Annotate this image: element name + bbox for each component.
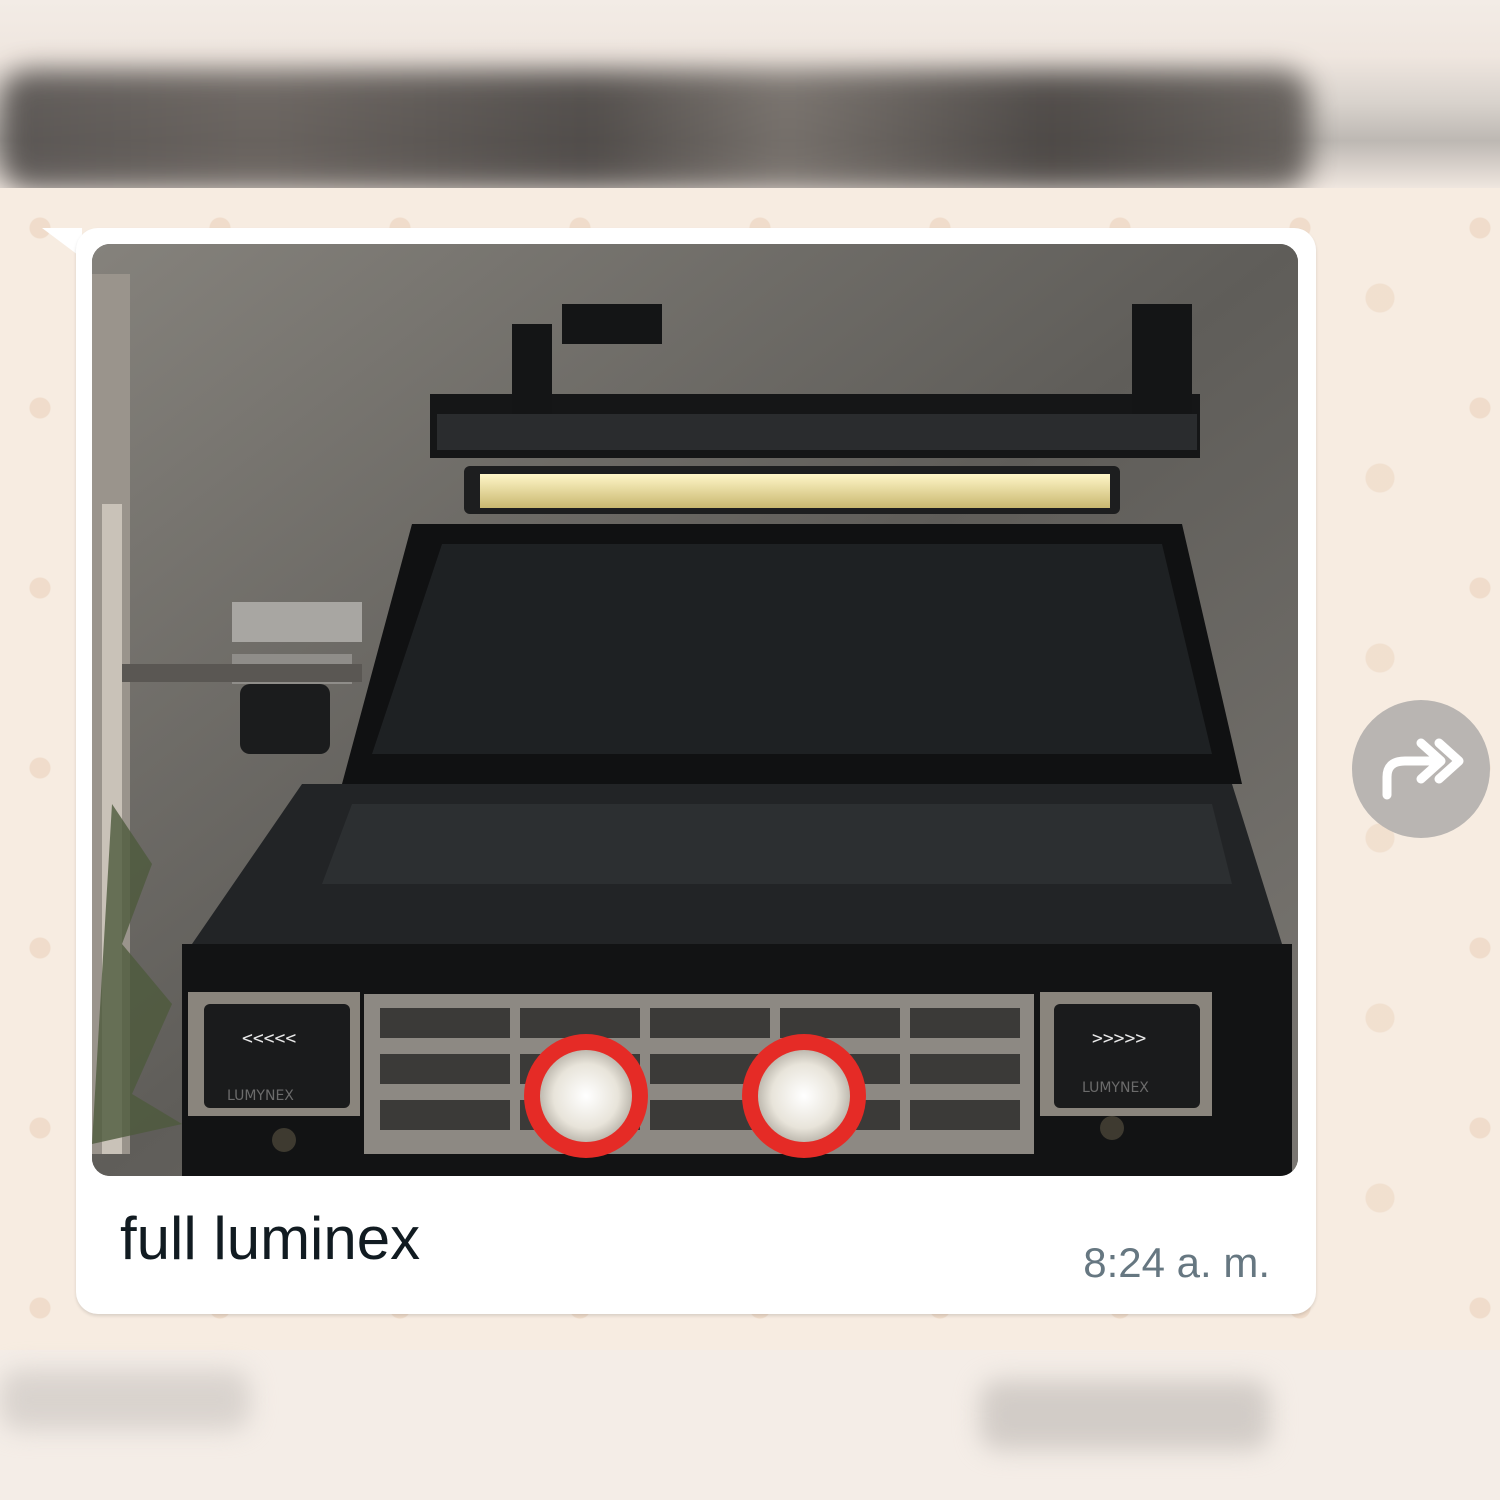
svg-text:LUMYNEX: LUMYNEX [1082,1080,1149,1096]
previous-message-blurred [0,0,1500,190]
svg-text:<<<<<: <<<<< [242,1028,296,1049]
svg-text:LUMYNEX: LUMYNEX [227,1088,294,1104]
truck-photo: <<<<< >>>>> LUMYNEX LUMYNEX [92,244,1298,1176]
svg-text:>>>>>: >>>>> [1092,1028,1146,1049]
message-bubble[interactable]: <<<<< >>>>> LUMYNEX LUMYNEX full luminex… [76,228,1316,1314]
forward-icon [1373,731,1469,808]
forward-button[interactable] [1352,700,1490,838]
message-photo[interactable]: <<<<< >>>>> LUMYNEX LUMYNEX [92,244,1298,1176]
message-caption: full luminex [120,1205,421,1272]
message-timestamp: 8:24 a. m. [1083,1239,1270,1286]
next-message-blurred [0,1350,1500,1500]
